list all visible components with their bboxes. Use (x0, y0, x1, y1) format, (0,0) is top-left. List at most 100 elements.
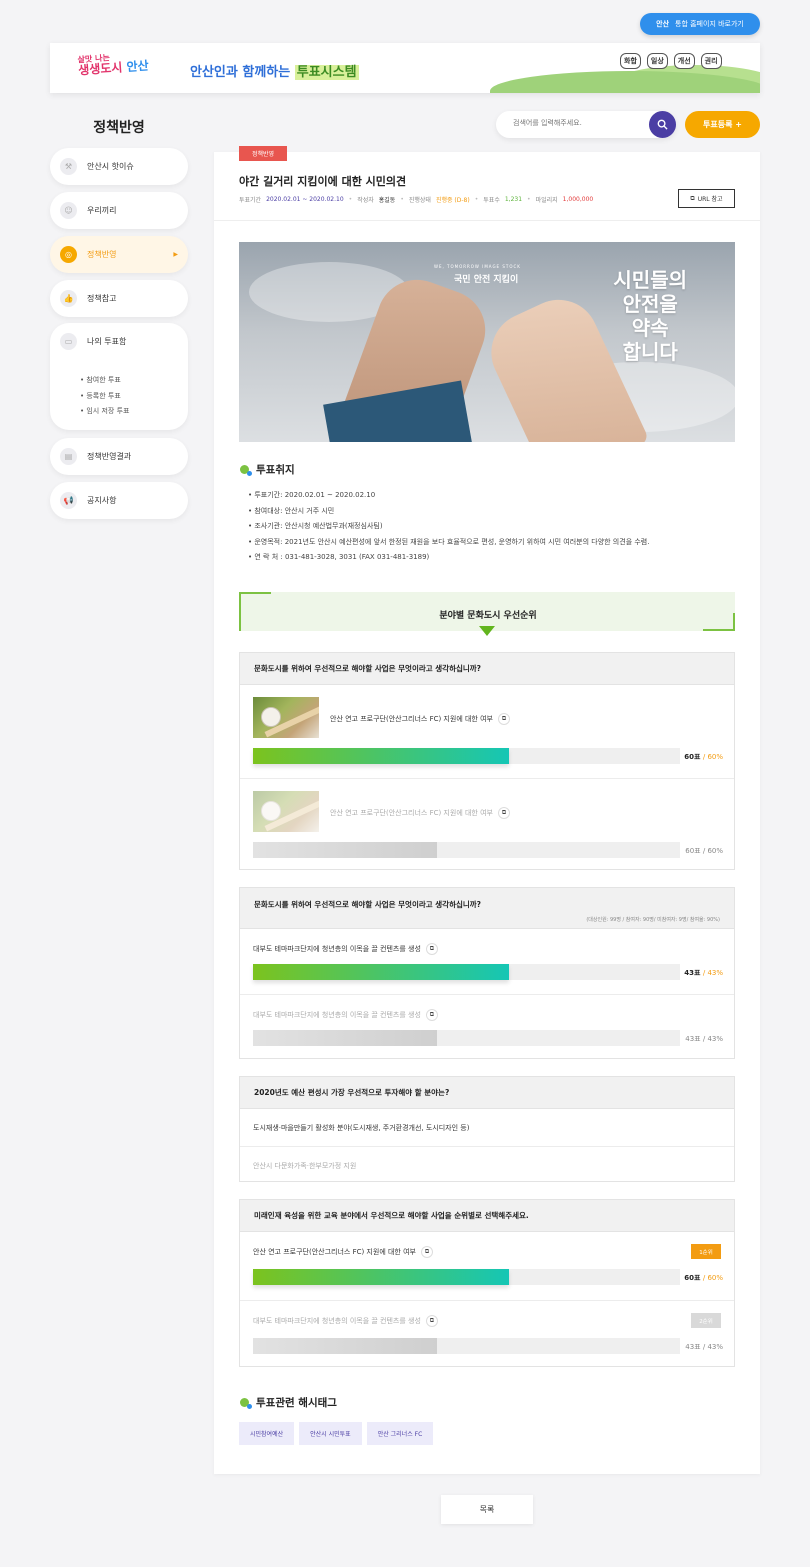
question-box-2: 문화도시를 위하여 우선적으로 해야할 사업은 무엇이라고 생각하십니까? (대… (239, 887, 735, 1059)
slogan-line: 합니다 (622, 340, 678, 364)
submenu-item-drafts[interactable]: • 임시 저장 투표 (80, 404, 129, 420)
gavel-icon: ⚒ (60, 158, 77, 175)
speech-bubble: 화합 (620, 53, 641, 69)
vote-option[interactable]: 안산 연고 프로구단(안산그리너스 FC) 지원에 대한 여부 ⧉ 1순위 60표… (240, 1232, 734, 1300)
external-link-icon[interactable]: ⧉ (425, 1315, 438, 1327)
priority-banner-title: 분야별 문화도시 우선순위 (439, 611, 537, 621)
speech-bubble: 권리 (700, 53, 722, 69)
baseball-thumbnail (253, 697, 319, 738)
vote-progress-fill (253, 748, 510, 764)
hashtag[interactable]: 안산시 시민투표 (299, 1422, 362, 1445)
meta-label: 작성자 (357, 197, 374, 204)
separator-dot: • (474, 196, 479, 203)
sidebar-item-community[interactable]: ☺ 우리끼리 (50, 192, 188, 229)
question-title: 문화도시를 위하여 우선적으로 해야할 사업은 무엇이라고 생각하십니까? (254, 900, 482, 909)
thumbs-up-icon: 👍 (60, 290, 77, 307)
participation-stats: (대상인원: 99명 / 참여자: 90명/ 미참여자: 9명/ 참여율: 90… (586, 917, 720, 923)
sidebar-item-policy-results[interactable]: ▤ 정책반영결과 (50, 438, 188, 475)
option-label: 안산 연고 프로구단(안산그리너스 FC) 지원에 대한 여부 (253, 1248, 416, 1256)
purpose-list: 투표기간: 2020.02.01 ~ 2020.02.10 참여대상: 안산시 … (248, 488, 649, 566)
vote-progress-bar (253, 748, 680, 764)
option-text: 대부도 테마파크단지에 청년층의 이목을 끌 컨텐츠를 생성 ⧉ (253, 1315, 438, 1327)
external-link-icon[interactable]: ⧉ (420, 1246, 433, 1258)
hashtag-list: 시민참여예산 안산시 시민투표 안산 그리너스 FC (239, 1422, 434, 1445)
vote-option[interactable]: 대부도 테마파크단지에 청년층의 이목을 끌 컨텐츠를 생성 ⧉ 43표 / 43… (240, 929, 734, 994)
vote-option[interactable]: 대부도 테마파크단지에 청년층의 이목을 끌 컨텐츠를 생성 ⧉ 43표 / 43… (240, 994, 734, 1059)
vote-option[interactable]: 안산 연고 프로구단(안산그리너스 FC) 지원에 대한 여부 ⧉ 60표 / 6… (240, 685, 734, 778)
sidebar-item-my-votes[interactable]: ▭ 나의 투표함 (50, 323, 188, 360)
hashtag[interactable]: 안산 그리너스 FC (366, 1422, 434, 1445)
question-box-3: 2020년도 예산 편성시 가장 우선적으로 투자해야 할 분야는? 도시재생·… (239, 1076, 735, 1182)
vote-progress-bar (253, 1269, 680, 1285)
banner-corner (239, 592, 271, 594)
sidebar-item-notice[interactable]: 📢 공지사항 (50, 482, 188, 519)
separator-dot: • (348, 196, 353, 203)
category-badge: 정책반영 (239, 146, 287, 161)
speech-bubble: 일상 (646, 53, 668, 69)
rank-badge[interactable]: 2순위 (691, 1313, 721, 1328)
option-label: 안산 연고 프로구단(안산그리너스 FC) 지원에 대한 여부 (330, 809, 493, 817)
external-link-icon: ⧉ (690, 194, 695, 202)
sidebar-item-hot-issue[interactable]: ⚒ 안산시 핫이슈 (50, 148, 188, 185)
banner-title: 안산인과 함께하는 투표시스템 (190, 61, 359, 80)
external-link-icon[interactable]: ⧉ (497, 713, 510, 725)
question-title: 문화도시를 위하여 우선적으로 해야할 사업은 무엇이라고 생각하십니까? (240, 653, 734, 685)
vote-option[interactable]: 대부도 테마파크단지에 청년층의 이목을 끌 컨텐츠를 생성 ⧉ 2순위 43표 … (240, 1300, 734, 1367)
vote-option[interactable]: 안산 연고 프로구단(안산그리너스 FC) 지원에 대한 여부 ⧉ 60표 / 6… (240, 778, 734, 870)
vote-option[interactable]: 안산시 다문화가족·한부모가정 지원 (240, 1146, 734, 1182)
rank-badge[interactable]: 1순위 (691, 1244, 721, 1259)
site-logo[interactable]: 살맛 나는 생생도시 안산 (77, 52, 149, 77)
url-reference-button[interactable]: ⧉ URL 참고 (678, 189, 735, 208)
banner-corner (703, 629, 735, 631)
external-link-icon[interactable]: ⧉ (497, 807, 510, 819)
baseball-thumbnail (253, 791, 319, 832)
votes: 60표 (684, 753, 701, 761)
submenu-label: 등록한 투표 (86, 391, 121, 400)
list-item: 투표기간: 2020.02.01 ~ 2020.02.10 (248, 488, 649, 504)
sidebar-item-label: 안산시 핫이슈 (87, 162, 134, 171)
register-vote-button[interactable]: 투표등록 + (685, 111, 760, 138)
list-item: 연 락 처 : 031-481-3028, 3031 (FAX 031-481-… (248, 550, 649, 566)
votes: 43표 (685, 1343, 701, 1351)
list-button[interactable]: 목록 (441, 1495, 533, 1524)
sidebar-item-policy[interactable]: ◎ 정책반영 ▶ (50, 236, 188, 273)
vote-count: 43표 / 43% (684, 969, 723, 977)
option-text: 안산 연고 프로구단(안산그리너스 FC) 지원에 대한 여부 ⧉ (330, 807, 510, 819)
sidebar-item-label: 정책참고 (87, 294, 117, 303)
sidebar-item-label: 정책반영결과 (87, 452, 132, 461)
vote-period: 2020.02.01 ~ 2020.02.10 (266, 196, 344, 203)
character-illustration: 화합 일상 개선 권리 (620, 53, 722, 69)
vote-count: 1,231 (504, 196, 523, 203)
question-title: 미래인재 육성을 위한 교육 분야에서 우선적으로 해야할 사업을 순위별로 선… (240, 1200, 734, 1232)
sidebar-item-reference[interactable]: 👍 정책참고 (50, 280, 188, 317)
option-text: 대부도 테마파크단지에 청년층의 이목을 끌 컨텐츠를 생성 ⧉ (253, 1009, 438, 1021)
external-link-icon[interactable]: ⧉ (425, 1009, 438, 1021)
votes: 60표 (684, 1274, 701, 1282)
percentage: 60% (707, 753, 723, 761)
down-arrow-icon (479, 626, 495, 636)
post-meta: 투표기간 2020.02.01 ~ 2020.02.10 • 작성자 홍길동 •… (239, 195, 593, 204)
submenu-item-registered[interactable]: • 등록한 투표 (80, 389, 129, 405)
search-bar (496, 111, 676, 138)
vote-progress-bar (253, 1338, 680, 1354)
option-label: 안산 연고 프로구단(안산그리너스 FC) 지원에 대한 여부 (330, 715, 493, 723)
submenu-item-participated[interactable]: • 참여한 투표 (80, 373, 129, 389)
homepage-link-button[interactable]: 안산 통합 홈페이지 바로가기 (640, 13, 760, 35)
vote-count: 43표 / 43% (685, 1035, 723, 1043)
url-button-label: URL 참고 (697, 196, 723, 203)
policy-icon: ◎ (60, 246, 77, 263)
external-link-icon[interactable]: ⧉ (425, 943, 438, 955)
bullet-dot-icon (240, 1398, 252, 1409)
search-button[interactable] (649, 111, 676, 138)
sidebar-title: 정책반영 (93, 120, 145, 136)
ball-shape (261, 707, 281, 727)
slogan-line: 시민들의 (613, 268, 687, 292)
meta-label: 진행상태 (408, 197, 431, 204)
vote-count: 43표 / 43% (685, 1343, 723, 1351)
ball-shape (261, 801, 281, 821)
vote-progress-fill (253, 842, 437, 858)
hashtag[interactable]: 시민참여예산 (239, 1422, 295, 1445)
option-text: 안산시 다문화가족·한부모가정 지원 (253, 1162, 357, 1170)
search-input[interactable] (513, 119, 633, 127)
vote-option[interactable]: 도시재생·마을만들기 활성화 분야(도시재생, 주거환경개선, 도시디자인 등) (240, 1109, 734, 1146)
